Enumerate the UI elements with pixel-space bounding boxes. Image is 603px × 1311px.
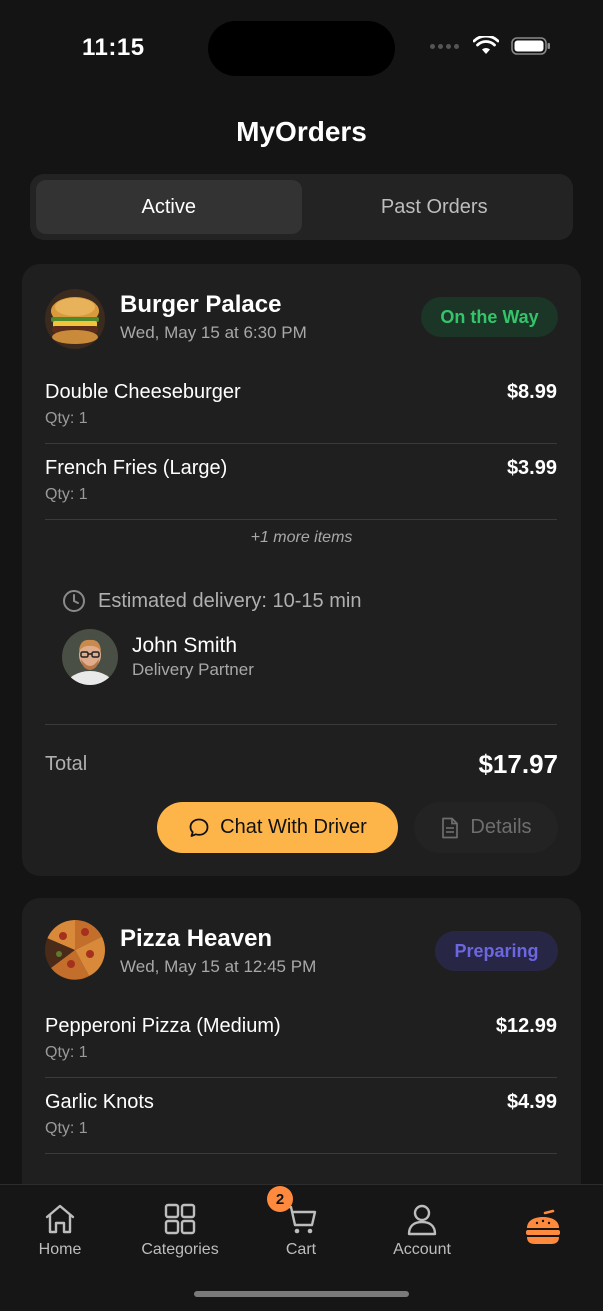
divider xyxy=(45,1153,557,1154)
order-card[interactable]: Burger Palace Wed, May 15 at 6:30 PM On … xyxy=(22,264,581,876)
tab-account[interactable]: Account xyxy=(362,1201,482,1259)
eta-text: Estimated delivery: 10-15 min xyxy=(98,589,362,612)
divider xyxy=(45,1077,557,1078)
tab-categories-label: Categories xyxy=(141,1241,219,1258)
chat-bubble-icon xyxy=(189,818,209,837)
details-button[interactable]: Details xyxy=(414,802,558,853)
tab-home-label: Home xyxy=(38,1241,82,1258)
tab-account-label: Account xyxy=(393,1241,451,1258)
status-time: 11:15 xyxy=(82,34,145,61)
item-qty: Qty: 1 xyxy=(45,486,88,503)
status-bar: 11:15 xyxy=(0,0,603,96)
order-item: Pepperoni Pizza (Medium) Qty: 1 $12.99 xyxy=(45,1015,557,1062)
tab-categories[interactable]: Categories xyxy=(120,1201,240,1259)
total-label: Total xyxy=(45,753,88,775)
more-items-link[interactable]: +1 more items xyxy=(22,529,581,547)
page-title: MyOrders xyxy=(236,116,367,147)
battery-icon xyxy=(511,37,550,55)
restaurant-name: Burger Palace xyxy=(120,291,282,318)
item-qty: Qty: 1 xyxy=(45,1120,88,1137)
user-icon xyxy=(407,1204,437,1236)
item-price: $12.99 xyxy=(495,1015,557,1037)
item-qty: Qty: 1 xyxy=(45,1044,88,1061)
food-app-logo-icon xyxy=(526,1209,560,1244)
order-card[interactable]: Pizza Heaven Wed, May 15 at 12:45 PM Pre… xyxy=(22,898,581,1228)
divider xyxy=(45,519,557,520)
tab-home[interactable]: Home xyxy=(0,1201,120,1259)
item-name: French Fries (Large) xyxy=(45,457,228,479)
order-item: Garlic Knots Qty: 1 $4.99 xyxy=(45,1091,557,1138)
item-qty: Qty: 1 xyxy=(45,410,88,427)
item-name: Garlic Knots xyxy=(45,1091,154,1113)
status-badge: On the Way xyxy=(421,297,558,337)
chat-button-label: Chat With Driver xyxy=(220,816,367,838)
wifi-icon xyxy=(473,36,499,54)
home-icon xyxy=(45,1204,75,1234)
driver-avatar xyxy=(62,629,118,685)
dynamic-island xyxy=(208,21,395,76)
tab-cart-label: Cart xyxy=(285,1241,317,1258)
tab-cart[interactable]: Cart xyxy=(241,1201,361,1259)
order-datetime: Wed, May 15 at 6:30 PM xyxy=(120,323,307,342)
total-value: $17.97 xyxy=(478,749,558,779)
tab-active[interactable]: Active xyxy=(36,180,302,234)
tab-past-orders[interactable]: Past Orders xyxy=(302,180,568,234)
cart-count-badge: 2 xyxy=(267,1186,293,1212)
divider xyxy=(45,443,557,444)
status-badge: Preparing xyxy=(435,931,558,971)
order-datetime: Wed, May 15 at 12:45 PM xyxy=(120,957,317,976)
status-icons xyxy=(430,36,551,56)
item-price: $4.99 xyxy=(506,1091,557,1113)
item-name: Pepperoni Pizza (Medium) xyxy=(45,1015,281,1037)
home-indicator xyxy=(194,1291,409,1297)
order-item: Double Cheeseburger Qty: 1 $8.99 xyxy=(45,381,557,428)
clock-icon xyxy=(63,590,85,612)
item-price: $3.99 xyxy=(506,457,557,479)
divider xyxy=(45,724,557,725)
item-price: $8.99 xyxy=(506,381,557,403)
driver-role: Delivery Partner xyxy=(132,660,254,679)
restaurant-image xyxy=(45,289,105,349)
chat-with-driver-button[interactable]: Chat With Driver xyxy=(157,802,398,853)
details-button-label: Details xyxy=(470,816,532,838)
document-icon xyxy=(442,817,459,838)
delivery-eta: Estimated delivery: 10-15 min xyxy=(62,589,361,613)
restaurant-image xyxy=(45,920,105,980)
orders-tab-switcher: Active Past Orders xyxy=(30,174,573,240)
cellular-signal-icon xyxy=(430,43,459,49)
restaurant-name: Pizza Heaven xyxy=(120,925,273,952)
item-name: Double Cheeseburger xyxy=(45,381,241,403)
driver-name: John Smith xyxy=(132,634,238,657)
order-item: French Fries (Large) Qty: 1 $3.99 xyxy=(45,457,557,504)
grid-icon xyxy=(164,1203,196,1235)
tab-app-logo[interactable] xyxy=(483,1209,603,1249)
